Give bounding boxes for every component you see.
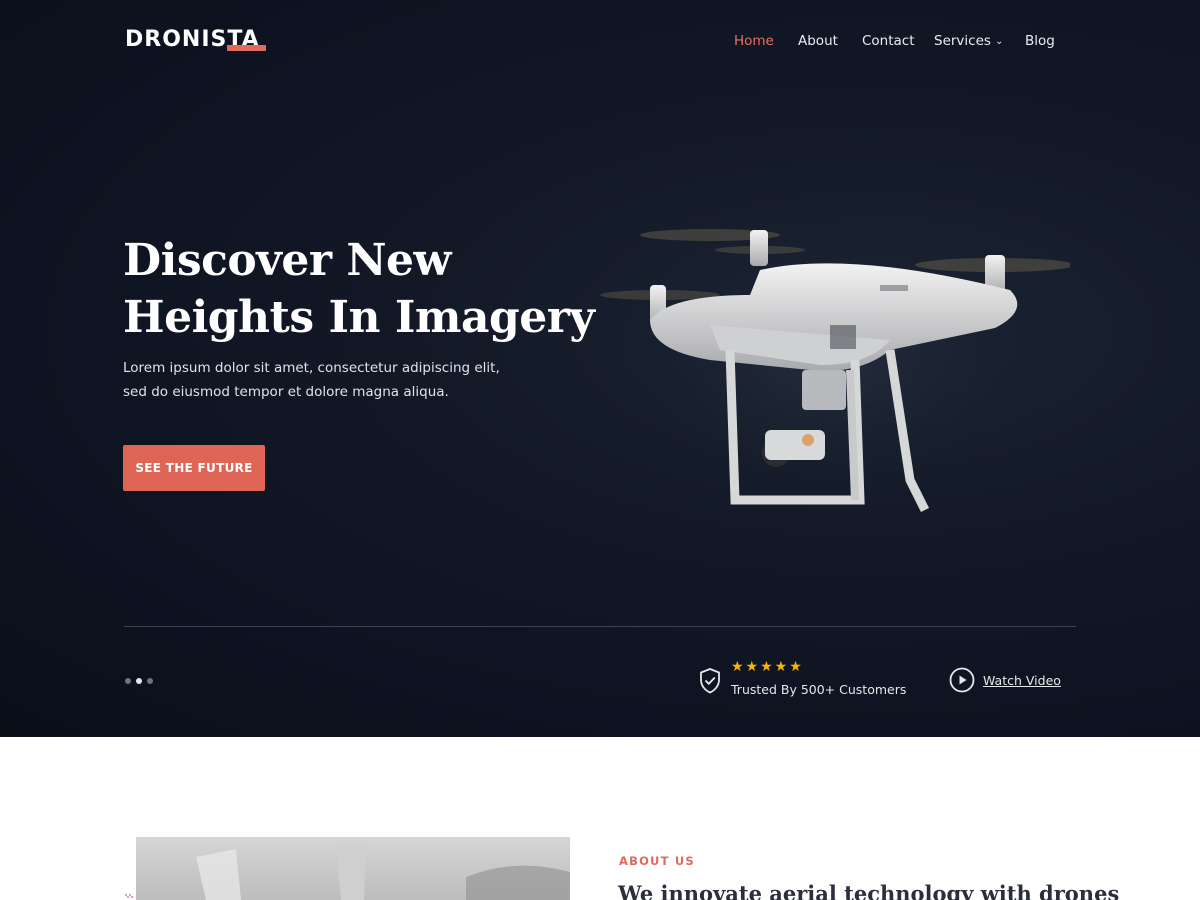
shield-check-icon	[700, 668, 720, 694]
slider-dot-active[interactable]	[136, 678, 142, 684]
hero-section: DRONISTA Home About Contact Services ⌄ Bl…	[0, 0, 1200, 737]
nav-item-blog[interactable]: Blog	[1025, 33, 1055, 49]
hero-divider	[124, 626, 1076, 627]
about-eyebrow: ABOUT US	[619, 854, 695, 868]
nav-item-about[interactable]: About	[798, 33, 838, 49]
hero-description: Lorem ipsum dolor sit amet, consectetur …	[123, 360, 500, 400]
slider-dot[interactable]	[147, 678, 153, 684]
trust-text: Trusted By 500+ Customers	[731, 682, 907, 697]
hero-title-line-1: Discover New	[123, 235, 451, 286]
slider-dot[interactable]	[125, 678, 131, 684]
main-nav: Home About Contact Services ⌄ Blog	[0, 33, 1200, 53]
see-the-future-button[interactable]: SEE THE FUTURE	[123, 445, 265, 491]
rating-stars: ★★★★★	[731, 659, 804, 675]
chevron-down-icon: ⌄	[994, 36, 1004, 47]
hero-title-line-2: Heights In Imagery	[123, 292, 595, 343]
nav-item-home[interactable]: Home	[734, 33, 774, 49]
play-icon	[949, 667, 975, 693]
about-section: ABOUT US We innovate aerial technology w…	[0, 737, 1200, 900]
hero-title: Discover New Heights In Imagery	[123, 232, 595, 346]
about-heading: We innovate aerial technology with drone…	[618, 881, 1120, 900]
watch-video-label: Watch Video	[983, 673, 1061, 688]
nav-item-contact[interactable]: Contact	[862, 33, 915, 49]
decorative-pattern	[125, 894, 133, 898]
nav-item-services[interactable]: Services ⌄	[934, 33, 1003, 49]
about-image-scene	[196, 845, 570, 900]
nav-item-services-label: Services	[934, 33, 991, 49]
about-image	[136, 837, 570, 900]
drone-image	[590, 210, 1070, 513]
